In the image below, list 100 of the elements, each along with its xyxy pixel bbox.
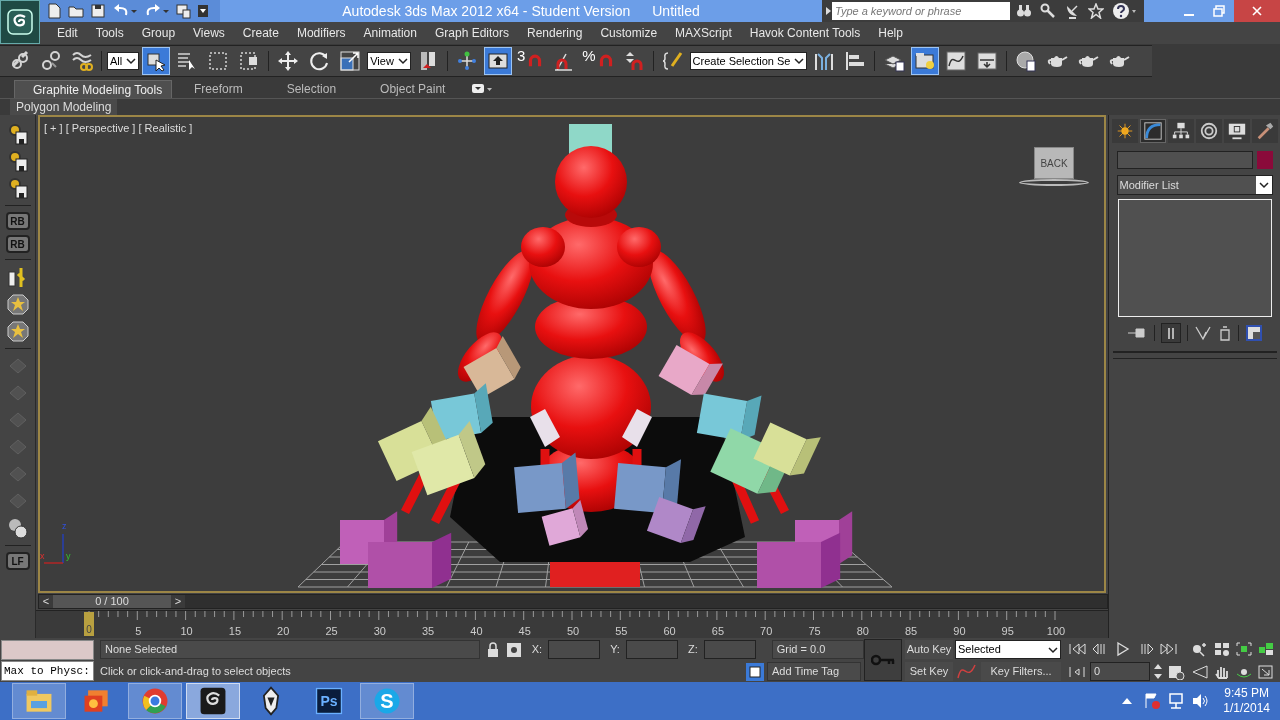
tool-button[interactable]: RB	[5, 235, 30, 253]
menu-item[interactable]: Tools	[86, 24, 133, 42]
tool-button[interactable]: RB	[5, 212, 30, 230]
toolbar-button[interactable]	[483, 47, 512, 75]
binoculars-icon[interactable]	[1016, 3, 1032, 19]
time-slider-thumb[interactable]: 0 / 100	[53, 595, 171, 608]
menu-item[interactable]: Modifiers	[287, 24, 355, 42]
zoom-extents-icon[interactable]	[1234, 641, 1254, 657]
viewcube[interactable]: BACK	[1016, 147, 1092, 189]
save-icon[interactable]	[90, 3, 106, 19]
menu-item[interactable]: Customize	[591, 24, 667, 42]
tool-button[interactable]: LF	[5, 552, 30, 570]
speaker-icon[interactable]	[1191, 692, 1210, 710]
help-icon[interactable]	[1112, 2, 1138, 20]
command-panel-tab[interactable]	[1139, 119, 1166, 143]
go-to-start-icon[interactable]	[1067, 641, 1087, 657]
listener-output-field[interactable]	[1, 640, 94, 660]
previous-frame-button[interactable]: <	[39, 595, 53, 608]
taskbar-app-button[interactable]: Ps	[302, 683, 356, 719]
satellite-dish-icon[interactable]	[1064, 3, 1080, 19]
transform-mode-icon[interactable]	[506, 641, 522, 658]
network-icon[interactable]	[1167, 692, 1186, 710]
key-icon[interactable]	[1040, 3, 1056, 19]
current-frame-marker[interactable]: 0	[84, 612, 94, 636]
key-mode-dropdown[interactable]: Selected	[955, 640, 1061, 659]
maximize-viewport-icon[interactable]	[1256, 664, 1276, 680]
zoom-extents-all-icon[interactable]	[1256, 641, 1276, 657]
time-slider[interactable]: < 0 / 100 >	[38, 594, 1108, 609]
search-field[interactable]: Type a keyword or phrase	[832, 2, 1010, 20]
auto-key-button[interactable]: Auto Key	[905, 640, 953, 659]
menu-item[interactable]: Help	[869, 24, 912, 42]
command-panel-tab[interactable]	[1167, 119, 1194, 143]
coordinate-field[interactable]	[703, 640, 756, 659]
dropdown-value: View	[370, 53, 395, 69]
expand-arrow-icon[interactable]	[824, 6, 832, 16]
flag-icon[interactable]	[1143, 692, 1162, 710]
listener-input-field[interactable]: Max to Physc:	[1, 661, 94, 681]
lock-icon[interactable]	[486, 641, 501, 658]
menu-item[interactable]: Views	[184, 24, 234, 42]
time-tag-icon[interactable]	[746, 662, 764, 681]
tool-button[interactable]	[5, 293, 30, 315]
clock[interactable]: 9:45 PM 1/1/2014	[1223, 686, 1270, 716]
toolbar-dropdown[interactable]: All	[107, 52, 140, 70]
go-to-end-icon[interactable]	[1159, 641, 1179, 657]
ribbon-tab[interactable]: Freeform	[172, 80, 265, 98]
configure-icon[interactable]	[1245, 324, 1263, 342]
brace-pencil-icon	[661, 50, 684, 72]
toolbar-dropdown[interactable]: View	[367, 52, 411, 70]
coordinate-field[interactable]	[548, 640, 601, 659]
command-panel-tab[interactable]	[1251, 119, 1278, 143]
viewport[interactable]: [ + ] [ Perspective ] [ Realistic ] BACK z x y	[38, 115, 1106, 593]
menu-item[interactable]: Animation	[354, 24, 426, 42]
field-of-view-icon[interactable]	[1190, 664, 1210, 680]
ribbon-options-icon[interactable]	[471, 83, 494, 95]
fork-icon[interactable]	[1194, 324, 1212, 342]
time-configuration-icon[interactable]	[1166, 663, 1186, 680]
command-panel-tab[interactable]	[1195, 119, 1222, 143]
menu-item[interactable]: Create	[233, 24, 288, 42]
ribbon-panel-label[interactable]: Polygon Modeling	[10, 98, 118, 116]
app-menu-button[interactable]	[0, 0, 40, 44]
coordinate-field[interactable]	[625, 640, 678, 659]
toolbar-dropdown[interactable]: Create Selection Se	[689, 52, 808, 70]
trash-icon[interactable]	[1218, 324, 1232, 342]
project-folder-icon[interactable]	[176, 3, 192, 19]
ribbon-tab[interactable]: Graphite Modeling Tools	[14, 80, 172, 98]
menu-item[interactable]: Rendering	[518, 24, 592, 42]
link-icon	[9, 50, 31, 72]
show-end-result-button[interactable]	[1161, 323, 1181, 343]
track-bar[interactable]: 0 5 10 15 20 25 30 35 40 45 50 55 60 65 70 75 80 85 90 95 100	[36, 610, 1108, 638]
menu-item[interactable]: Graph Editors	[425, 24, 518, 42]
next-frame-button[interactable]: >	[171, 595, 185, 608]
tool-button[interactable]	[5, 320, 30, 342]
close-button[interactable]	[1234, 0, 1280, 22]
key-filters-button[interactable]: Key Filters...	[981, 662, 1061, 681]
modifier-list-dropdown[interactable]: Modifier List	[1116, 175, 1273, 195]
command-panel-tab[interactable]	[1223, 119, 1250, 143]
zoom-all-icon[interactable]	[1212, 641, 1232, 657]
spinner-icon[interactable]	[1153, 662, 1163, 681]
modifier-stack-list[interactable]	[1117, 199, 1272, 317]
command-panel-tab[interactable]	[1111, 119, 1138, 143]
snap-toggle[interactable]: 3	[514, 47, 547, 75]
ribbon-tab[interactable]: Selection	[264, 80, 359, 98]
menu-item[interactable]: Group	[132, 24, 185, 42]
new-file-icon[interactable]	[46, 3, 62, 19]
toolbar-button[interactable]	[911, 47, 940, 75]
current-frame-field[interactable]: 0	[1090, 662, 1150, 681]
toolbar-button[interactable]	[142, 47, 171, 75]
open-folder-icon[interactable]	[68, 3, 84, 19]
object-name-field[interactable]	[1116, 151, 1253, 169]
ribbon-tab[interactable]: Object Paint	[358, 80, 468, 98]
object-color-swatch[interactable]	[1256, 151, 1273, 169]
menu-item[interactable]: MAXScript	[666, 24, 741, 42]
viewport-label[interactable]: [ + ] [ Perspective ] [ Realistic ]	[44, 120, 193, 137]
set-key-button[interactable]: Set Key	[905, 662, 953, 681]
add-time-tag-button[interactable]: Add Time Tag	[767, 662, 861, 681]
snap-toggle[interactable]: %	[580, 47, 617, 75]
menu-item[interactable]: Havok Content Tools	[740, 24, 870, 42]
menu-item[interactable]: Edit	[48, 24, 87, 42]
star-icon[interactable]	[1088, 3, 1104, 19]
taskbar-app-button[interactable]	[186, 683, 240, 719]
